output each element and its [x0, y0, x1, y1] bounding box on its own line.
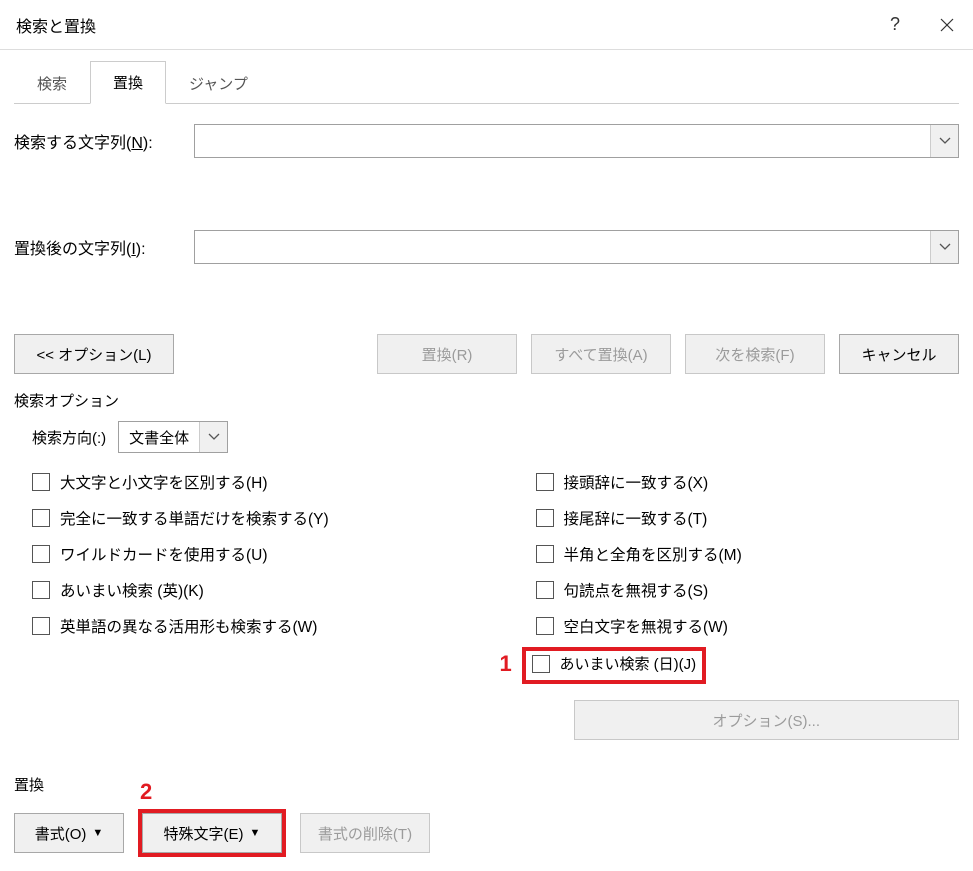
fuzzy-options-button[interactable]: オプション(S)...	[574, 700, 960, 740]
search-options-legend: 検索オプション	[14, 390, 959, 411]
whole-word-label: 完全に一致する単語だけを検索する(Y)	[60, 507, 329, 529]
direction-dropdown-button[interactable]	[199, 422, 227, 452]
direction-label: 検索方向(:)	[32, 427, 106, 448]
titlebar: 検索と置換 ?	[0, 0, 973, 50]
special-char-button[interactable]: 特殊文字(E)▼	[142, 813, 282, 853]
caret-down-icon: ▼	[250, 827, 261, 839]
word-forms-label: 英単語の異なる活用形も検索する(W)	[60, 615, 317, 637]
replace-dropdown-button[interactable]	[930, 231, 958, 263]
tab-replace[interactable]: 置換	[90, 61, 166, 104]
close-button[interactable]	[921, 0, 973, 50]
match-case-row[interactable]: 大文字と小文字を区別する(H)	[32, 471, 456, 493]
punctuation-label: 句読点を無視する(S)	[564, 579, 709, 601]
replace-label: 置換後の文字列(I):	[14, 235, 194, 259]
direction-combo[interactable]: 文書全体	[118, 421, 228, 453]
punctuation-checkbox[interactable]	[536, 581, 554, 599]
options-col-right: 接頭辞に一致する(X) 接尾辞に一致する(T) 半角と全角を区別する(M) 句読…	[486, 471, 960, 740]
cancel-button[interactable]: キャンセル	[839, 334, 959, 374]
close-icon	[939, 17, 955, 33]
tab-jump[interactable]: ジャンプ	[166, 62, 271, 104]
replace-button-row: 書式(O)▼ 2 特殊文字(E)▼ 書式の削除(T)	[14, 809, 959, 857]
find-label: 検索する文字列(N):	[14, 129, 194, 153]
whitespace-row[interactable]: 空白文字を無視する(W)	[536, 615, 960, 637]
find-combo[interactable]	[194, 124, 959, 158]
width-label: 半角と全角を区別する(M)	[564, 543, 742, 565]
annotation-1: 1	[500, 651, 512, 677]
window-title: 検索と置換	[16, 13, 869, 37]
fuzzy-jp-label: あいまい検索 (日)(J)	[560, 653, 697, 674]
whitespace-label: 空白文字を無視する(W)	[564, 615, 728, 637]
replace-combo[interactable]	[194, 230, 959, 264]
prefix-label: 接頭辞に一致する(X)	[564, 471, 709, 493]
options-grid: 大文字と小文字を区別する(H) 完全に一致する単語だけを検索する(Y) ワイルド…	[32, 471, 959, 740]
whole-word-checkbox[interactable]	[32, 509, 50, 527]
replace-all-button[interactable]: すべて置換(A)	[531, 334, 671, 374]
find-dropdown-button[interactable]	[930, 125, 958, 157]
replace-row: 置換後の文字列(I):	[14, 230, 959, 264]
suffix-checkbox[interactable]	[536, 509, 554, 527]
caret-down-icon: ▼	[92, 827, 103, 839]
main-button-row: << オプション(L) 置換(R) すべて置換(A) 次を検索(F) キャンセル	[14, 334, 959, 374]
fuzzy-en-checkbox[interactable]	[32, 581, 50, 599]
direction-row: 検索方向(:) 文書全体	[32, 421, 959, 453]
fuzzy-en-row[interactable]: あいまい検索 (英)(K)	[32, 579, 456, 601]
tab-search[interactable]: 検索	[14, 62, 90, 104]
prefix-row[interactable]: 接頭辞に一致する(X)	[536, 471, 960, 493]
wildcards-row[interactable]: ワイルドカードを使用する(U)	[32, 543, 456, 565]
punctuation-row[interactable]: 句読点を無視する(S)	[536, 579, 960, 601]
find-input[interactable]	[195, 125, 930, 157]
chevron-down-icon	[208, 433, 220, 441]
chevron-down-icon	[939, 137, 951, 145]
word-forms-row[interactable]: 英単語の異なる活用形も検索する(W)	[32, 615, 456, 637]
no-formatting-button[interactable]: 書式の削除(T)	[300, 813, 430, 853]
suffix-row[interactable]: 接尾辞に一致する(T)	[536, 507, 960, 529]
replace-input[interactable]	[195, 231, 930, 263]
tab-bar: 検索 置換 ジャンプ	[14, 60, 959, 104]
options-toggle-button[interactable]: << オプション(L)	[14, 334, 174, 374]
wildcards-label: ワイルドカードを使用する(U)	[60, 543, 268, 565]
find-row: 検索する文字列(N):	[14, 124, 959, 158]
suffix-label: 接尾辞に一致する(T)	[564, 507, 708, 529]
options-col-left: 大文字と小文字を区別する(H) 完全に一致する単語だけを検索する(Y) ワイルド…	[32, 471, 456, 740]
replace-button[interactable]: 置換(R)	[377, 334, 517, 374]
prefix-checkbox[interactable]	[536, 473, 554, 491]
word-forms-checkbox[interactable]	[32, 617, 50, 635]
width-row[interactable]: 半角と全角を区別する(M)	[536, 543, 960, 565]
fuzzy-jp-highlight: あいまい検索 (日)(J)	[522, 647, 707, 684]
whitespace-checkbox[interactable]	[536, 617, 554, 635]
direction-value: 文書全体	[119, 422, 199, 452]
match-case-checkbox[interactable]	[32, 473, 50, 491]
fuzzy-jp-checkbox[interactable]	[532, 655, 550, 673]
special-char-highlight: 特殊文字(E)▼	[138, 809, 286, 857]
wildcards-checkbox[interactable]	[32, 545, 50, 563]
format-button[interactable]: 書式(O)▼	[14, 813, 124, 853]
width-checkbox[interactable]	[536, 545, 554, 563]
find-next-button[interactable]: 次を検索(F)	[685, 334, 825, 374]
help-icon: ?	[890, 14, 900, 35]
fuzzy-en-label: あいまい検索 (英)(K)	[60, 579, 204, 601]
annotation-2: 2	[140, 779, 152, 805]
help-button[interactable]: ?	[869, 0, 921, 50]
whole-word-row[interactable]: 完全に一致する単語だけを検索する(Y)	[32, 507, 456, 529]
match-case-label: 大文字と小文字を区別する(H)	[60, 471, 268, 493]
chevron-down-icon	[939, 243, 951, 251]
replace-section-legend: 置換	[14, 774, 959, 795]
